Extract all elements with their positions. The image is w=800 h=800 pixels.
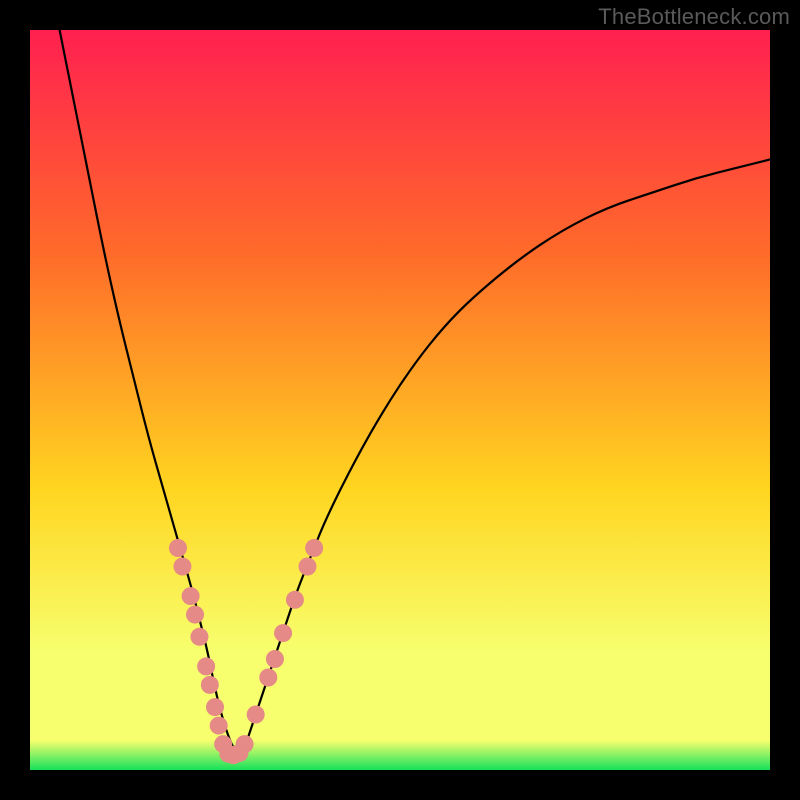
data-marker	[286, 591, 304, 609]
plot-area	[30, 30, 770, 770]
data-marker	[169, 539, 187, 557]
data-marker	[274, 624, 292, 642]
data-marker	[173, 558, 191, 576]
data-marker	[190, 628, 208, 646]
chart-frame: TheBottleneck.com	[0, 0, 800, 800]
watermark-text: TheBottleneck.com	[598, 4, 790, 30]
data-marker	[186, 606, 204, 624]
data-marker	[201, 676, 219, 694]
gradient-background	[30, 30, 770, 770]
data-marker	[210, 717, 228, 735]
data-marker	[247, 706, 265, 724]
data-marker	[259, 669, 277, 687]
data-marker	[266, 650, 284, 668]
data-marker	[197, 657, 215, 675]
data-marker	[182, 587, 200, 605]
data-marker	[305, 539, 323, 557]
chart-svg	[30, 30, 770, 770]
data-marker	[299, 558, 317, 576]
data-marker	[236, 735, 254, 753]
data-marker	[206, 698, 224, 716]
